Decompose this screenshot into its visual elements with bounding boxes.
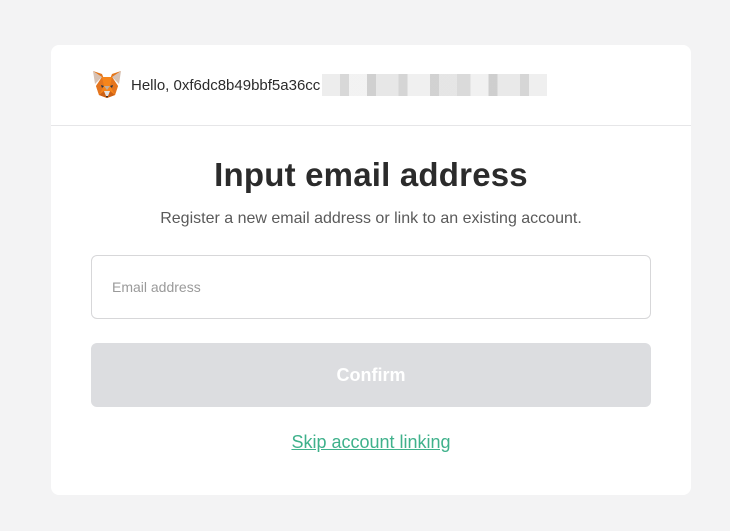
page-subtitle: Register a new email address or link to … bbox=[160, 210, 582, 227]
page-title: Input email address bbox=[214, 156, 528, 193]
redacted-address-mask bbox=[322, 74, 548, 96]
card-header: Hello, 0xf6dc8b49bbf5a36cc bbox=[51, 45, 691, 126]
email-field[interactable] bbox=[91, 255, 651, 319]
wallet-greeting: Hello, 0xf6dc8b49bbf5a36cc bbox=[131, 76, 321, 94]
main-content: Input email address Register a new email… bbox=[51, 156, 691, 453]
skip-account-linking-link[interactable]: Skip account linking bbox=[291, 432, 450, 453]
metamask-fox-icon bbox=[93, 71, 121, 98]
email-link-card: Hello, 0xf6dc8b49bbf5a36cc Input email a… bbox=[51, 45, 691, 495]
confirm-button[interactable]: Confirm bbox=[91, 343, 651, 407]
